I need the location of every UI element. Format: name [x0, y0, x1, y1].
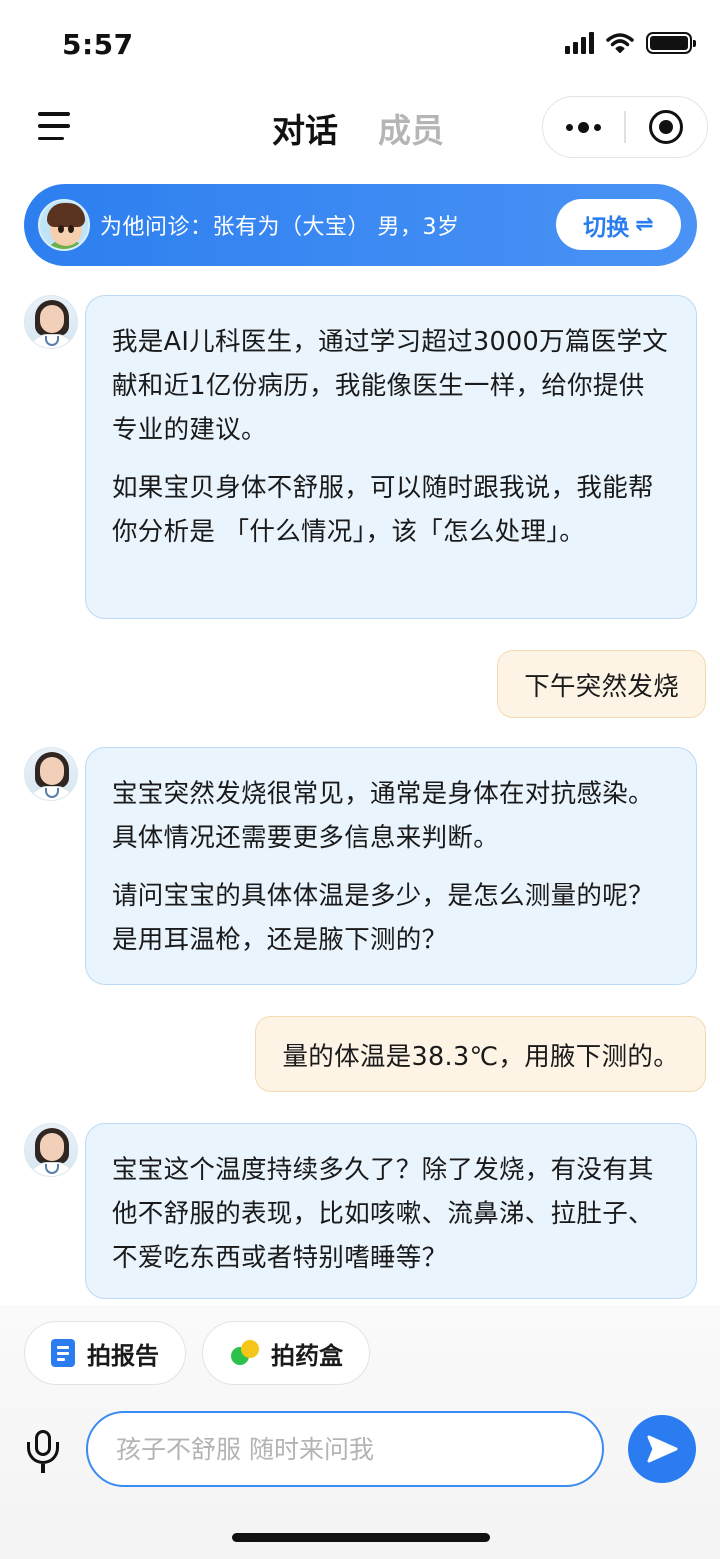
composer-area: 拍报告 拍药盒: [0, 1305, 720, 1559]
home-indicator: [232, 1533, 490, 1542]
message-input[interactable]: [116, 1434, 574, 1464]
status-bar: 5:57: [0, 0, 720, 90]
close-target-icon[interactable]: [626, 97, 707, 157]
tab-bar: 对话 成员: [272, 104, 444, 152]
pill-icon: [229, 1338, 259, 1368]
chat-list[interactable]: 我是AI儿科医生，通过学习超过3000万篇医学文献和近1亿份病历，我能像医生一样…: [0, 280, 720, 1310]
assistant-bubble: 我是AI儿科医生，通过学习超过3000万篇医学文献和近1亿份病历，我能像医生一样…: [85, 295, 697, 619]
assistant-bubble: 宝宝突然发烧很常见，通常是身体在对抗感染。具体情况还需要更多信息来判断。 请问宝…: [85, 747, 697, 985]
patient-avatar: [38, 199, 90, 251]
message-text: 请问宝宝的具体体温是多少，是怎么测量的呢？是用耳温枪，还是腋下测的？: [112, 881, 654, 955]
doctor-avatar: [24, 1123, 78, 1177]
photo-report-button[interactable]: 拍报告: [24, 1321, 186, 1385]
mini-program-capsule: [542, 96, 708, 158]
message-text: 我是AI儿科医生，通过学习超过3000万篇医学文献和近1亿份病历，我能像医生一样…: [112, 327, 669, 445]
chip-label: 拍药盒: [271, 1341, 343, 1370]
send-icon: [647, 1435, 678, 1463]
header: 对话 成员: [0, 92, 720, 162]
switch-patient-button[interactable]: 切换 ⇌: [556, 199, 681, 250]
chip-label: 拍报告: [87, 1341, 159, 1370]
message-text: 宝宝这个温度持续多久了？除了发烧，有没有其他不舒服的表现，比如咳嗽、流鼻涕、拉肚…: [112, 1155, 654, 1273]
swap-arrows-icon: ⇌: [635, 212, 654, 237]
user-bubble: 量的体温是38.3℃，用腋下测的。: [255, 1016, 706, 1092]
switch-label: 切换: [583, 214, 630, 241]
quick-actions: 拍报告 拍药盒: [24, 1321, 370, 1385]
message-text: 如果宝贝身体不舒服，可以随时跟我说，我能帮你分析是 「什么情况」，该「怎么处理」…: [112, 473, 654, 547]
battery-icon: [646, 32, 696, 54]
send-button[interactable]: [628, 1415, 696, 1483]
status-time: 5:57: [62, 28, 134, 61]
menu-icon[interactable]: [38, 112, 70, 140]
doctor-avatar: [24, 295, 78, 349]
doctor-avatar: [24, 747, 78, 801]
message-input-container[interactable]: [86, 1411, 604, 1487]
more-icon[interactable]: [543, 97, 624, 157]
user-bubble: 下午突然发烧: [497, 650, 706, 718]
photo-medicine-box-button[interactable]: 拍药盒: [202, 1321, 370, 1385]
wifi-icon: [606, 33, 634, 53]
tab-conversation[interactable]: 对话: [272, 104, 338, 152]
cellular-signal-icon: [565, 32, 594, 54]
microphone-icon[interactable]: [24, 1430, 62, 1474]
status-icons: [565, 32, 696, 54]
assistant-bubble: 宝宝这个温度持续多久了？除了发烧，有没有其他不舒服的表现，比如咳嗽、流鼻涕、拉肚…: [85, 1123, 697, 1299]
report-icon: [51, 1339, 75, 1367]
patient-info: 为他问诊：张有为（大宝） 男，3岁: [100, 215, 460, 240]
patient-banner: 为他问诊：张有为（大宝） 男，3岁 切换 ⇌: [24, 184, 697, 266]
tab-members[interactable]: 成员: [378, 104, 444, 152]
message-text: 宝宝突然发烧很常见，通常是身体在对抗感染。具体情况还需要更多信息来判断。: [112, 779, 654, 853]
